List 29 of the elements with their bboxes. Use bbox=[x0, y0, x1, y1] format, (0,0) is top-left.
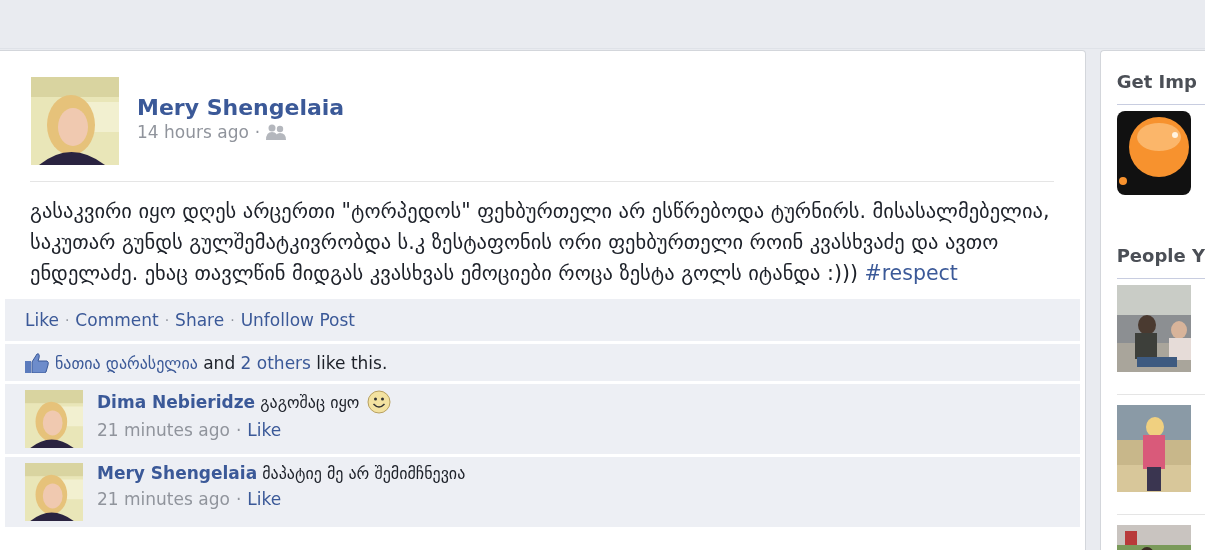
liker-link[interactable]: ნათია დარასელია bbox=[55, 353, 198, 373]
commenter-name[interactable]: Mery Shengelaia bbox=[97, 463, 258, 483]
like-link[interactable]: Like bbox=[247, 420, 282, 440]
comment-text: Mery Shengelaia მაპატიე მე არ შემიმჩნევია bbox=[97, 463, 466, 483]
section-heading: People Y bbox=[1116, 245, 1205, 266]
timestamp: 21 minutes ago bbox=[97, 420, 230, 440]
section-heading: Get Imp bbox=[1116, 71, 1198, 92]
separator: · bbox=[235, 489, 242, 509]
action-link[interactable]: Comment bbox=[75, 310, 159, 330]
hashtag-link[interactable]: #respect bbox=[864, 261, 958, 285]
timestamp: 14 hours ago bbox=[137, 122, 249, 142]
separator: · bbox=[230, 312, 235, 328]
separator: · bbox=[254, 122, 261, 142]
separator: · bbox=[164, 312, 170, 328]
action-link[interactable]: Share bbox=[175, 310, 225, 330]
post-text: გასაკვირი იყო დღეს არცერთი "ტორპედოს" ფეხბურთელი არ ესწრებოდა ტურნირს. მისასალმებელია, საკუთარ გუნდს გულშემატკივრობდა ს.კ ზესტაფონის ორი ფეხბურთელი როინ კვასხვაძე და ავთო ენდელაძე. ეხაც თავლწინ მიდგას კვასხვას ემოციები როცა ზესტა გოლს იტანდა :))) #respect bbox=[30, 198, 1051, 287]
separator: · bbox=[235, 420, 242, 440]
others-link[interactable]: 2 others bbox=[240, 352, 311, 373]
like-link[interactable]: Like bbox=[247, 489, 282, 509]
comment-text: Dima Nebieridze გაგოშაც იყო bbox=[97, 392, 360, 412]
separator: · bbox=[64, 312, 70, 328]
timestamp: 21 minutes ago bbox=[97, 489, 230, 509]
author-name[interactable]: Mery Shengelaia bbox=[137, 95, 345, 120]
action-link[interactable]: Like bbox=[25, 310, 59, 330]
friends-icon[interactable] bbox=[266, 124, 287, 140]
thumbs-up-icon bbox=[25, 352, 49, 373]
likes-sentence: ნათია დარასელია and 2 others like this. bbox=[55, 352, 388, 373]
action-link[interactable]: Unfollow Post bbox=[240, 310, 355, 330]
commenter-name[interactable]: Dima Nebieridze bbox=[97, 392, 256, 412]
